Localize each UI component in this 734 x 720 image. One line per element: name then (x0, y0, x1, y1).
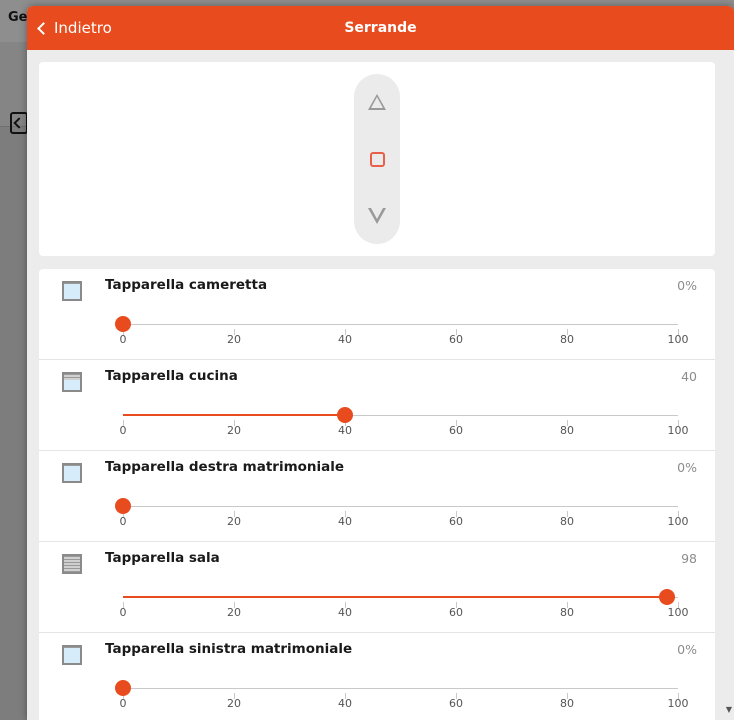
slider-tick-label: 0 (119, 515, 127, 528)
slider-tick-label: 20 (227, 515, 241, 528)
shutters-dialog: Indietro Serrande Tapparella cameretta 0%… (27, 6, 734, 720)
slider-tick-label: 80 (560, 424, 574, 437)
open-all-button[interactable] (354, 77, 400, 127)
shutter-slats (64, 374, 80, 381)
slider-track[interactable] (123, 506, 678, 507)
slider-tick-label: 40 (338, 515, 352, 528)
shutter-slider[interactable]: 0 20 40 60 80 100 (120, 588, 689, 619)
slider-tick-label: 60 (449, 424, 463, 437)
triangle-up-icon (368, 94, 386, 110)
shutter-slats (64, 556, 80, 572)
shutter-icon (62, 554, 82, 574)
shutter-value: 0% (677, 278, 697, 293)
slider-track[interactable] (123, 324, 678, 325)
shutter-name: Tapparella destra matrimoniale (105, 459, 345, 475)
shutter-value: 0% (677, 460, 697, 475)
slider-thumb[interactable] (337, 407, 353, 423)
shutter-icon (62, 463, 82, 483)
slider-tick-label: 60 (449, 515, 463, 528)
shutter-slider[interactable]: 0 20 40 60 80 100 (120, 406, 689, 437)
shutter-value: 40 (681, 369, 697, 384)
slider-tick-label: 100 (667, 515, 689, 528)
slider-tick-label: 60 (449, 606, 463, 619)
slider-tick-label: 100 (667, 606, 689, 619)
slider-tick-label: 80 (560, 697, 574, 710)
slider-track[interactable] (123, 688, 678, 689)
slider-fill (123, 414, 345, 416)
slider-tick-label: 20 (227, 606, 241, 619)
shutter-slats (64, 465, 80, 466)
triangle-down-icon (368, 208, 386, 224)
shutter-row: Tapparella sinistra matrimoniale 0% 0 20 40 6… (39, 633, 715, 720)
slider-thumb[interactable] (658, 589, 675, 605)
shutter-slider[interactable]: 0 20 40 60 80 100 (115, 315, 689, 346)
slider-tick-label: 40 (338, 333, 352, 346)
shutter-icon (62, 645, 82, 665)
slider-tick-label: 60 (449, 333, 463, 346)
shutter-slats (64, 647, 80, 648)
stop-all-button[interactable] (354, 134, 400, 184)
slider-tick-label: 0 (119, 424, 127, 437)
slider-tick-label: 20 (227, 424, 241, 437)
shutter-slider[interactable]: 0 20 40 60 80 100 (115, 497, 689, 528)
slider-thumb[interactable] (115, 680, 131, 696)
shutter-icon (62, 281, 82, 301)
slider-tick-label: 80 (560, 333, 574, 346)
slider-tick-label: 40 (338, 697, 352, 710)
slider-thumb[interactable] (115, 316, 131, 332)
group-control-card (39, 62, 715, 256)
dialog-header: Indietro Serrande (27, 6, 734, 50)
shutter-row: Tapparella destra matrimoniale 0% 0 20 40 60 8… (39, 451, 715, 542)
slider-tick-label: 60 (449, 697, 463, 710)
slider-tick-label: 0 (119, 697, 127, 710)
back-square-icon[interactable] (10, 112, 28, 134)
shutter-icon (62, 372, 82, 392)
close-all-button[interactable] (354, 191, 400, 241)
shutter-row: Tapparella cameretta 0% 0 20 40 60 80 100 (39, 269, 715, 360)
slider-tick-label: 100 (667, 697, 689, 710)
slider-tick-label: 0 (119, 606, 127, 619)
shutter-value: 0% (677, 642, 697, 657)
shutter-value: 98 (681, 551, 697, 566)
shutter-name: Tapparella sala (105, 550, 220, 566)
shutter-row: Tapparella cucina 40 0 20 40 60 80 100 (39, 360, 715, 451)
scroll-down-icon[interactable]: ▼ (726, 705, 732, 714)
slider-fill (123, 596, 667, 598)
shutter-list: Tapparella cameretta 0% 0 20 40 60 80 100 Tappar… (39, 269, 715, 720)
shutter-name: Tapparella cameretta (105, 277, 268, 293)
shutter-slider[interactable]: 0 20 40 60 80 100 (115, 679, 689, 710)
shutter-name: Tapparella sinistra matrimoniale (105, 641, 353, 657)
shutter-slats (64, 283, 80, 284)
square-stop-icon (369, 151, 385, 167)
background-title: Ge (8, 10, 28, 25)
shutter-control-pill (354, 74, 400, 244)
slider-tick-label: 100 (667, 333, 689, 346)
slider-thumb[interactable] (115, 498, 131, 514)
shutter-row: Tapparella sala 98 0 20 40 60 80 100 (39, 542, 715, 633)
slider-tick-label: 40 (338, 606, 352, 619)
slider-tick-label: 80 (560, 515, 574, 528)
slider-tick-label: 0 (119, 333, 127, 346)
slider-tick-label: 40 (338, 424, 352, 437)
slider-tick-label: 20 (227, 333, 241, 346)
slider-tick-label: 100 (667, 424, 689, 437)
shutter-name: Tapparella cucina (105, 368, 238, 384)
dialog-title: Serrande (344, 20, 417, 36)
slider-tick-label: 80 (560, 606, 574, 619)
slider-tick-label: 20 (227, 697, 241, 710)
